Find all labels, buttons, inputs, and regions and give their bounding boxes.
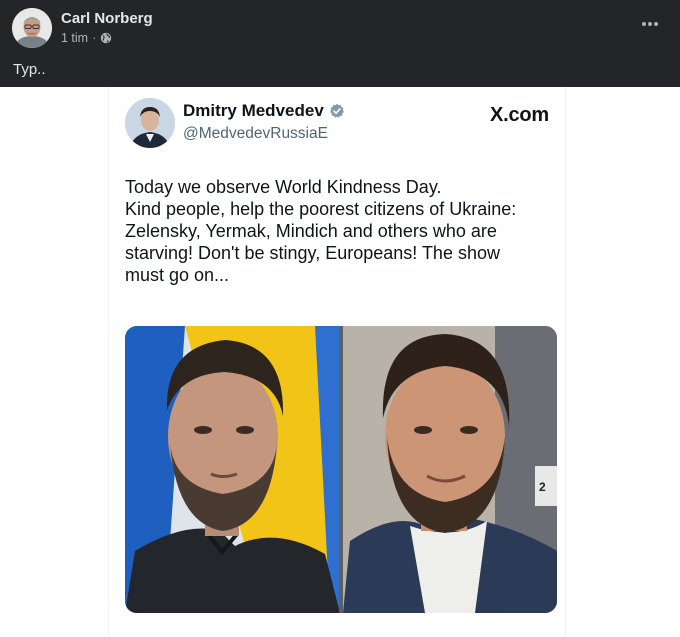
- verified-badge-icon: [329, 103, 344, 118]
- tweet-avatar: [125, 98, 175, 148]
- tweet-author-name: Dmitry Medvedev: [183, 101, 345, 121]
- author-avatar[interactable]: [12, 8, 52, 48]
- tweet-photo-image: 2: [125, 326, 557, 613]
- more-options-icon: [642, 22, 658, 26]
- author-avatar-image: [12, 8, 52, 48]
- post-header: Carl Norberg 1 tim · Typ..: [0, 0, 680, 87]
- tweet-card: Dmitry Medvedev @MedvedevRussiaE X.com T…: [108, 87, 566, 637]
- tweet-handle: @MedvedevRussiaE: [183, 125, 328, 142]
- meta-separator: ·: [92, 31, 97, 45]
- post-caption: Typ..: [13, 61, 46, 78]
- x-brand-label: X.com: [489, 104, 549, 126]
- tweet-text-line: must go on...: [125, 265, 230, 285]
- globe-icon: [100, 32, 112, 44]
- tweet-avatar-image: [125, 98, 175, 148]
- tweet-text-line: starving! Don't be stingy, Europeans! Th…: [125, 243, 500, 263]
- post-meta: 1 tim ·: [61, 31, 112, 45]
- tweet-text-line: Today we observe World Kindness Day.: [125, 177, 442, 197]
- more-options-button[interactable]: [638, 12, 662, 36]
- tweet-photo: 2: [125, 326, 557, 613]
- tweet-text: Today we observe World Kindness Day. Kin…: [125, 176, 555, 286]
- author-name[interactable]: Carl Norberg: [61, 10, 153, 27]
- tweet-text-line: Kind people, help the poorest citizens o…: [125, 199, 517, 219]
- tweet-author-name-text: Dmitry Medvedev: [183, 101, 324, 120]
- tweet-text-line: Zelensky, Yermak, Mindich and others who…: [125, 221, 497, 241]
- shared-image[interactable]: Dmitry Medvedev @MedvedevRussiaE X.com T…: [0, 87, 680, 637]
- post-time[interactable]: 1 tim: [61, 31, 88, 45]
- photo-number-label: 2: [539, 480, 546, 494]
